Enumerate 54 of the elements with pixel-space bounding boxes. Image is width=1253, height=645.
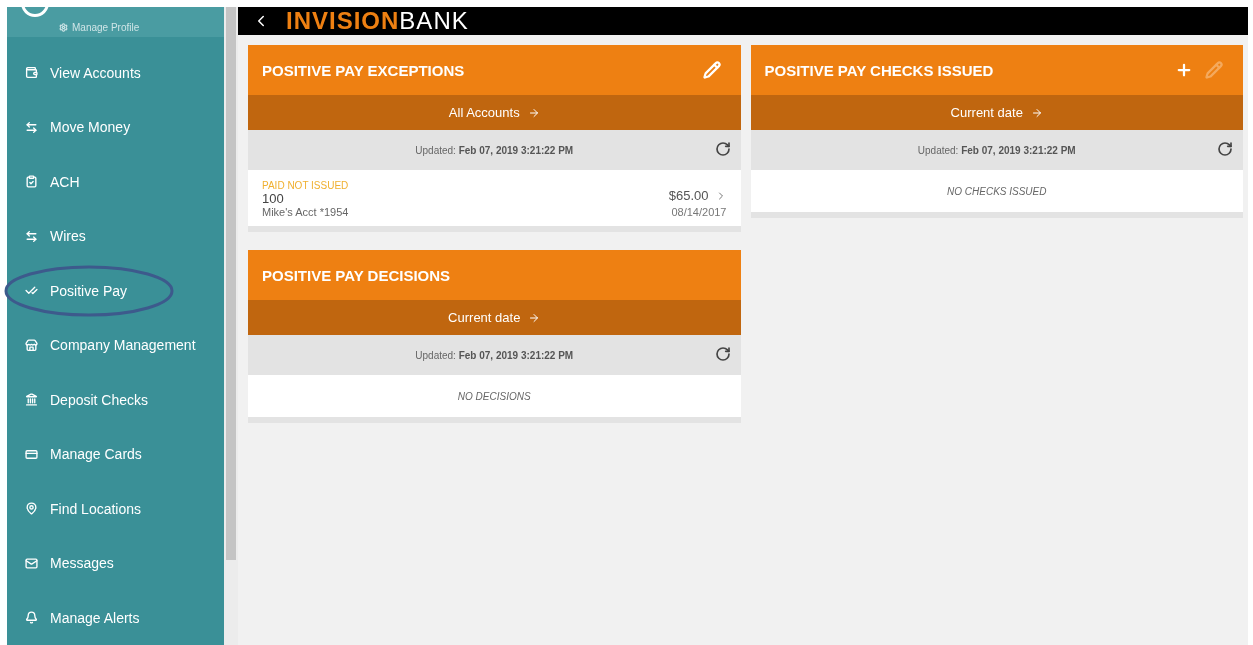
manage-profile-link[interactable]: Manage Profile [59,21,140,33]
sidebar-item[interactable]: Wires [7,209,224,264]
arrow-right-icon [1030,106,1043,119]
sidebar-item[interactable]: Messages [7,536,224,591]
amount: $65.00 [668,188,709,203]
transfer-icon [25,120,38,134]
bank-logo: INVISIONBANK [286,7,469,35]
date: 08/14/2017 [671,206,727,218]
status-label: PAID NOT ISSUED [262,180,350,191]
refresh-icon [714,141,731,157]
clipboard-icon [25,175,38,189]
sidebar-item[interactable]: Manage Cards [7,427,224,482]
pencil-icon [1205,61,1223,79]
card-title: POSITIVE PAY CHECKS ISSUED [764,61,995,79]
wallet-icon [25,66,38,80]
card-title: POSITIVE PAY EXCEPTIONS [262,61,466,79]
refresh-icon [714,346,731,362]
sidebar-item[interactable]: Manage Alerts [7,590,224,645]
filter-link[interactable]: Current date [248,300,741,335]
sidebar-item[interactable]: Company Management [7,318,224,373]
filter-link[interactable]: All Accounts [248,95,741,130]
bank-icon [25,393,38,407]
empty-message: NO DECISIONS [248,375,741,417]
refresh-button[interactable] [714,141,731,157]
arrow-right-icon [528,311,541,324]
card-icon [25,447,38,461]
filter-link[interactable]: Current date [750,95,1243,130]
sidebar-item[interactable]: Find Locations [7,481,224,536]
scrollbar-thumb[interactable] [226,7,236,560]
store-icon [25,338,38,352]
arrow-right-icon [527,106,540,119]
refresh-button[interactable] [714,346,731,362]
refresh-button[interactable] [1217,141,1233,157]
plus-icon [1175,61,1193,79]
refresh-icon [1217,141,1233,157]
pencil-icon [702,61,721,79]
check-number: 100 [262,191,285,206]
bell-icon [25,611,38,625]
updated-text: Updated: Feb 07, 2019 3:21:22 PM [415,144,574,156]
exception-row[interactable]: PAID NOT ISSUED 100 Mike's Acct *1954 $65.00 08/14/2017 [248,170,741,226]
sidebar-item[interactable]: ACH [7,154,224,209]
account-name: Mike's Acct *1954 [262,206,350,218]
sidebar-item[interactable]: Move Money [7,100,224,155]
sidebar-item[interactable]: Positive Pay [7,263,224,318]
updated-text: Updated: Feb 07, 2019 3:21:22 PM [917,144,1076,156]
pin-icon [25,502,38,516]
updated-text: Updated: Feb 07, 2019 3:21:22 PM [415,349,574,361]
arrows-icon [25,229,38,243]
empty-message: NO CHECKS ISSUED [750,170,1243,212]
sidebar-item[interactable]: View Accounts [7,45,224,100]
sidebar-item[interactable]: Deposit Checks [7,372,224,427]
card-title: POSITIVE PAY DECISIONS [262,266,452,284]
mail-icon [25,556,38,570]
gear-icon [59,22,68,32]
